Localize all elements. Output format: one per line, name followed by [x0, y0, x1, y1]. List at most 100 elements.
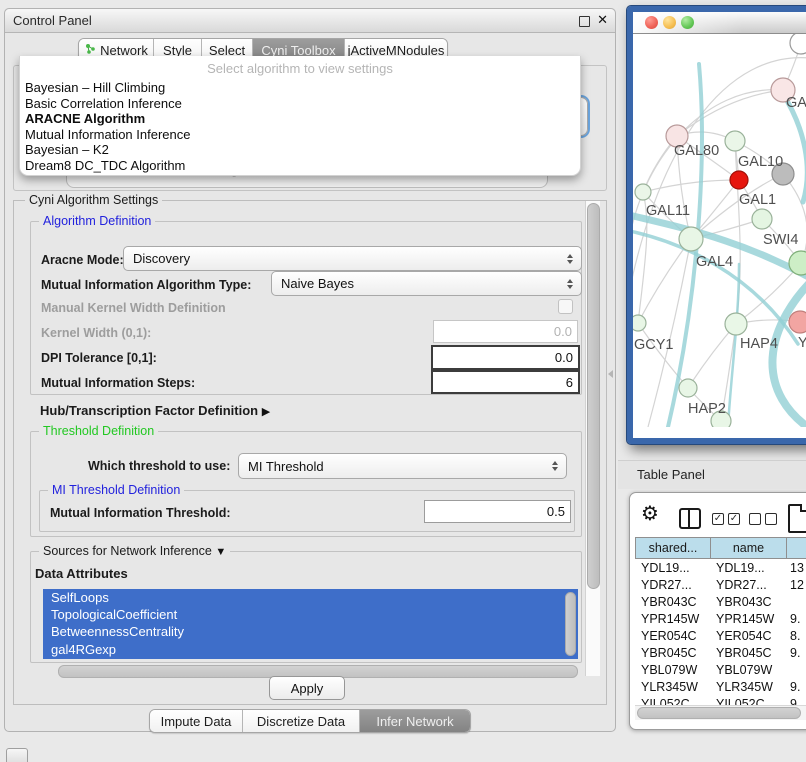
column-header-3[interactable]: A — [787, 538, 806, 558]
data-attributes-label: Data Attributes — [35, 566, 128, 581]
kernel-width-field[interactable]: 0.0 — [433, 320, 578, 343]
network-node[interactable] — [679, 379, 697, 397]
column-header-2[interactable]: name — [711, 538, 787, 558]
mi-steps-field[interactable]: 6 — [431, 370, 580, 394]
float-window-icon[interactable] — [579, 16, 590, 27]
network-node[interactable] — [725, 313, 747, 335]
sources-title[interactable]: Sources for Network Inference ▼ — [39, 544, 230, 558]
checked-checkbox-icon[interactable]: ✓ — [712, 513, 724, 525]
apply-button-label: Apply — [291, 681, 324, 696]
manual-kernel-checkbox[interactable] — [558, 299, 573, 314]
document-icon[interactable] — [788, 504, 806, 533]
settings-scrollbar-thumb[interactable] — [587, 203, 600, 589]
attribute-item-betweennesscentrality[interactable]: BetweennessCentrality — [43, 623, 578, 640]
unchecked-checkbox-icon[interactable] — [765, 513, 777, 525]
mi-steps-label: Mutual Information Steps: — [41, 376, 195, 390]
minimize-traffic-light-icon[interactable] — [663, 16, 676, 29]
table-row[interactable]: YBR043CYBR043C — [635, 593, 806, 610]
app-background: Control Panel ✕ NetworkStyleSelectCyni T… — [0, 0, 806, 762]
algorithm-option-bayesian-hill-climbing[interactable]: Bayesian – Hill Climbing — [20, 80, 580, 96]
table-cell: YDR27... — [635, 576, 710, 593]
node-label-hap4: HAP4 — [740, 336, 778, 352]
node-label-gal80: GAL80 — [674, 143, 719, 159]
table-cell: YLR345W — [710, 678, 786, 695]
table-horizontal-scrollbar[interactable] — [635, 705, 806, 720]
tab-discretize-data[interactable]: Discretize Data — [243, 710, 360, 732]
hub-section-label[interactable]: Hub/Transcription Factor Definition ▶ — [40, 403, 270, 418]
mi-threshold-field[interactable]: 0.5 — [424, 500, 571, 523]
table-row[interactable]: YIL052CYIL052C9 — [635, 695, 806, 705]
network-node[interactable] — [752, 209, 772, 229]
gear-icon[interactable]: ⚙ — [641, 501, 659, 526]
table-row[interactable]: YBL079WYBL079W — [635, 661, 806, 678]
docked-panel-button[interactable] — [6, 748, 28, 762]
tab-infer-network[interactable]: Infer Network — [360, 710, 470, 732]
algorithm-option-basic-correlation-inference[interactable]: Basic Correlation Inference — [20, 96, 580, 112]
table-body: YDL19...YDL19...13YDR27...YDR27...12YBR0… — [635, 559, 806, 705]
network-node[interactable] — [789, 311, 806, 333]
which-threshold-combobox[interactable]: MI Threshold — [238, 453, 567, 479]
algorithm-dropdown-popup: Select algorithm to view settings Bayesi… — [19, 56, 581, 176]
aracne-mode-combobox[interactable]: Discovery — [123, 246, 582, 271]
table-scrollbar-thumb[interactable] — [637, 707, 801, 719]
threshold-definition-title: Threshold Definition — [39, 424, 158, 438]
splitter-collapse-icon[interactable] — [608, 370, 613, 378]
network-node[interactable] — [730, 171, 748, 189]
algorithm-option-dream8-dc-tdc-algorithm[interactable]: Dream8 DC_TDC Algorithm — [20, 158, 580, 174]
table-cell: 9. — [786, 610, 806, 627]
kernel-width-label: Kernel Width (0,1): — [41, 326, 151, 340]
node-label-gal4: GAL4 — [696, 254, 733, 270]
dpi-tolerance-field[interactable]: 0.0 — [431, 345, 580, 370]
zoom-traffic-light-icon[interactable] — [681, 16, 694, 29]
chevron-up-down-icon — [552, 461, 559, 471]
mi-threshold-label: Mutual Information Threshold: — [50, 506, 231, 520]
column-layout-icon[interactable] — [679, 508, 701, 529]
settings-vertical-scrollbar[interactable] — [585, 201, 600, 676]
algorithm-definition-title: Algorithm Definition — [39, 214, 155, 228]
mi-threshold-definition-group: MI Threshold Definition Mutual Informati… — [39, 490, 575, 532]
table-row[interactable]: YBR045CYBR045C9. — [635, 644, 806, 661]
column-header-1[interactable]: shared... — [636, 538, 711, 558]
checked-checkbox-icon[interactable]: ✓ — [728, 513, 740, 525]
table-row[interactable]: YDL19...YDL19...13 — [635, 559, 806, 576]
unchecked-checkbox-icon[interactable] — [749, 513, 761, 525]
network-node[interactable] — [725, 131, 745, 151]
network-window-titlebar[interactable] — [633, 12, 806, 34]
network-view-window[interactable]: GALGAL80GAL10GAL11GAL1SWI4GAL4GCY1HAP4YH… — [627, 6, 806, 444]
network-canvas[interactable]: GALGAL80GAL10GAL11GAL1SWI4GAL4GCY1HAP4YH… — [633, 34, 806, 427]
table-row[interactable]: YER054CYER054C8. — [635, 627, 806, 644]
sources-group: Sources for Network Inference ▼ Data Att… — [30, 551, 582, 663]
mi-type-combobox[interactable]: Naive Bayes — [271, 271, 582, 296]
table-panel-window: ⚙ ✓ ✓ shared...nameA YDL19...YDL19...13Y… — [629, 492, 806, 730]
network-node[interactable] — [790, 34, 806, 54]
table-cell: YBR043C — [710, 593, 786, 610]
table-row[interactable]: YPR145WYPR145W9. — [635, 610, 806, 627]
which-threshold-label: Which threshold to use: — [88, 459, 230, 473]
dropdown-placeholder: Select algorithm to view settings — [20, 58, 580, 80]
algorithm-option-bayesian-k2[interactable]: Bayesian – K2 — [20, 142, 580, 158]
mi-threshold-value: 0.5 — [547, 504, 565, 519]
tab-impute-data[interactable]: Impute Data — [150, 710, 243, 732]
attribute-item-topologicalcoefficient[interactable]: TopologicalCoefficient — [43, 606, 578, 623]
node-label-hap2: HAP2 — [688, 401, 726, 417]
algorithm-option-aracne-algorithm[interactable]: ARACNE Algorithm — [20, 111, 580, 127]
table-row[interactable]: YLR345WYLR345W9. — [635, 678, 806, 695]
network-edge — [677, 90, 783, 136]
data-attributes-list[interactable]: SelfLoopsTopologicalCoefficientBetweenne… — [43, 589, 578, 659]
table-cell: YDL19... — [635, 559, 710, 576]
attribute-item-selfloops[interactable]: SelfLoops — [43, 589, 578, 606]
close-icon[interactable]: ✕ — [597, 12, 608, 28]
attribute-item-gal4rgexp[interactable]: gal4RGexp — [43, 641, 578, 658]
table-cell: YER054C — [635, 627, 710, 644]
network-node[interactable] — [679, 227, 703, 251]
table-row[interactable]: YDR27...YDR27...12 — [635, 576, 806, 593]
network-edge — [643, 180, 739, 192]
manual-kernel-label: Manual Kernel Width Definition — [41, 301, 226, 315]
close-traffic-light-icon[interactable] — [645, 16, 658, 29]
network-node[interactable] — [635, 184, 651, 200]
network-node[interactable] — [633, 315, 646, 331]
list-scrollbar-thumb[interactable] — [565, 592, 576, 656]
collapse-down-icon: ▼ — [215, 546, 226, 558]
apply-button[interactable]: Apply — [269, 676, 345, 700]
algorithm-option-mutual-information-inference[interactable]: Mutual Information Inference — [20, 127, 580, 143]
